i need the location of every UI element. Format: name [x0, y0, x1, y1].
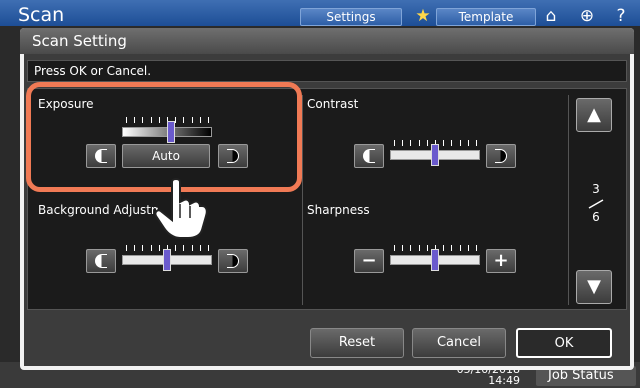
dialog-title: Scan Setting	[32, 32, 127, 50]
sharpness-knob[interactable]	[431, 249, 439, 271]
slider-tick	[419, 140, 420, 146]
sharpness-plus-button[interactable]: +	[486, 249, 516, 273]
slider-tick	[394, 140, 395, 146]
slider-tick	[468, 245, 469, 251]
sharpness-minus-button[interactable]: −	[354, 249, 384, 273]
hand-pointer-icon	[154, 178, 208, 239]
column-divider	[302, 95, 303, 305]
cancel-button[interactable]: Cancel	[412, 328, 506, 358]
slider-tick	[476, 140, 477, 146]
slider-tick	[427, 140, 428, 146]
slider-tick	[451, 245, 452, 251]
slider-tick	[183, 245, 184, 251]
settings-button[interactable]: Settings	[300, 8, 402, 26]
slider-tick	[126, 245, 127, 251]
contrast-slider[interactable]	[390, 140, 480, 170]
slider-tick	[208, 245, 209, 251]
background-darker-button[interactable]	[218, 249, 248, 273]
home-icon[interactable]: ⌂	[540, 6, 562, 26]
reset-button[interactable]: Reset	[310, 328, 404, 358]
slider-tick	[460, 245, 461, 251]
slider-tick	[427, 245, 428, 251]
slider-tick	[142, 245, 143, 251]
plus-icon: +	[493, 250, 509, 271]
scroll-down-button[interactable]: ▼	[576, 270, 612, 304]
page-current: 3	[592, 182, 600, 196]
star-icon[interactable]: ★	[412, 6, 434, 26]
help-icon[interactable]: ?	[610, 6, 632, 26]
chevron-up-icon: ▲	[587, 104, 601, 125]
slider-tick	[468, 140, 469, 146]
page-separator	[588, 199, 604, 209]
page-total: 6	[592, 210, 600, 224]
darker-icon	[227, 253, 239, 268]
slider-tick	[175, 245, 176, 251]
minus-icon: −	[361, 250, 377, 271]
slider-tick	[200, 245, 201, 251]
slider-tick	[402, 140, 403, 146]
contrast-lower-button[interactable]	[354, 144, 384, 168]
slider-tick	[410, 245, 411, 251]
background-knob[interactable]	[163, 249, 171, 271]
dialog-header: Scan Setting	[20, 28, 634, 54]
globe-icon[interactable]: ⊕	[576, 6, 598, 26]
sharpness-slider[interactable]	[390, 245, 480, 275]
background-adjustment-label: Background Adjustment	[38, 203, 158, 217]
scroll-up-button[interactable]: ▲	[576, 98, 612, 132]
slider-tick	[192, 245, 193, 251]
template-button[interactable]: Template	[436, 8, 536, 26]
contrast-label: Contrast	[307, 97, 359, 111]
slider-tick	[134, 245, 135, 251]
slider-tick	[394, 245, 395, 251]
scroll-divider	[568, 95, 569, 305]
slider-tick	[460, 140, 461, 146]
slider-tick	[159, 245, 160, 251]
app-title: Scan	[18, 4, 65, 26]
sharpness-label: Sharpness	[307, 203, 370, 217]
slider-tick	[402, 245, 403, 251]
contrast-higher-button[interactable]	[486, 144, 516, 168]
contrast-knob[interactable]	[431, 144, 439, 166]
background-slider[interactable]	[122, 245, 212, 275]
slider-tick	[419, 245, 420, 251]
slider-tick	[451, 140, 452, 146]
lighter-icon	[95, 253, 107, 268]
slider-tick	[476, 245, 477, 251]
lower-contrast-icon	[363, 148, 375, 163]
slider-tick	[151, 245, 152, 251]
background-lighter-button[interactable]	[86, 249, 116, 273]
slider-tick	[443, 140, 444, 146]
chevron-down-icon: ▼	[587, 276, 601, 297]
message-bar: Press OK or Cancel.	[27, 60, 627, 82]
ok-button[interactable]: OK	[516, 328, 612, 358]
higher-contrast-icon	[495, 148, 507, 163]
slider-tick	[410, 140, 411, 146]
slider-tick	[443, 245, 444, 251]
